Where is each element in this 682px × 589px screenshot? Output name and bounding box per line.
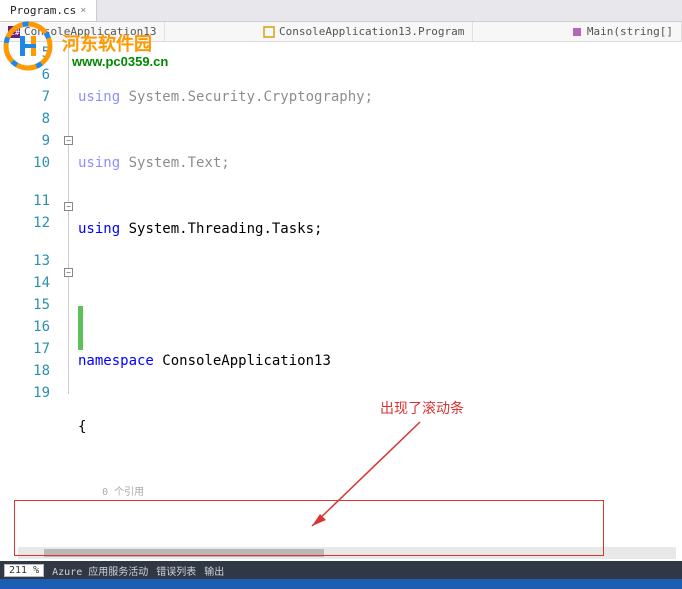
line-number-gutter: 5 6 7 8 9 10 11 12 13 14 15 16 17 18 19 [0, 42, 62, 502]
code-content[interactable]: using System.Security.Cryptography; usin… [78, 42, 682, 502]
line-number: 15 [0, 294, 50, 316]
line-number: 11 [0, 190, 50, 212]
codelens-references[interactable]: 0 个引用 [102, 487, 144, 498]
fold-column: − − − [62, 42, 78, 502]
line-number: 9 [0, 130, 50, 152]
panel-tab-errors[interactable]: 错误列表 [156, 563, 196, 578]
zoom-level[interactable]: 211 % [4, 564, 44, 577]
csharp-icon: C# [8, 26, 20, 38]
line-number: 7 [0, 86, 50, 108]
scrollbar-thumb[interactable] [44, 549, 324, 557]
line-number: 6 [0, 64, 50, 86]
fold-toggle[interactable]: − [64, 268, 73, 277]
svg-text:C#: C# [10, 28, 20, 37]
tab-label: Program.cs [10, 4, 76, 17]
line-number: 8 [0, 108, 50, 130]
annotation-label: 出现了滚动条 [380, 398, 464, 418]
method-icon [571, 26, 583, 38]
horizontal-scrollbar[interactable] [18, 547, 676, 559]
file-tab-program[interactable]: Program.cs × [0, 0, 97, 21]
breadcrumb-method-label: Main(string[] [587, 25, 673, 38]
panel-tab-output[interactable]: 输出 [204, 563, 224, 578]
breadcrumb-project-label: ConsoleApplication13 [24, 25, 156, 38]
fold-toggle[interactable]: − [64, 202, 73, 211]
fold-toggle[interactable]: − [64, 136, 73, 145]
status-bar [0, 579, 682, 589]
line-number: 14 [0, 272, 50, 294]
panel-tab-azure[interactable]: Azure 应用服务活动 [52, 563, 148, 578]
breadcrumb-class[interactable]: ConsoleApplication13.Program [255, 22, 473, 41]
code-editor[interactable]: 5 6 7 8 9 10 11 12 13 14 15 16 17 18 19 … [0, 42, 682, 502]
breadcrumb-method[interactable]: Main(string[] [563, 22, 682, 41]
line-number: 18 [0, 360, 50, 382]
line-number: 13 [0, 250, 50, 272]
line-number: 12 [0, 212, 50, 234]
breadcrumb-bar: C# ConsoleApplication13 ConsoleApplicati… [0, 22, 682, 42]
line-number: 5 [0, 42, 50, 64]
class-icon [263, 26, 275, 38]
breadcrumb-class-label: ConsoleApplication13.Program [279, 25, 464, 38]
tab-bar: Program.cs × [0, 0, 682, 22]
close-icon[interactable]: × [80, 5, 86, 16]
breadcrumb-project[interactable]: C# ConsoleApplication13 [0, 22, 165, 41]
line-number: 17 [0, 338, 50, 360]
line-number: 16 [0, 316, 50, 338]
line-number: 19 [0, 382, 50, 404]
bottom-panel-tabs: 211 % Azure 应用服务活动 错误列表 输出 [0, 561, 682, 579]
line-number: 10 [0, 152, 50, 174]
